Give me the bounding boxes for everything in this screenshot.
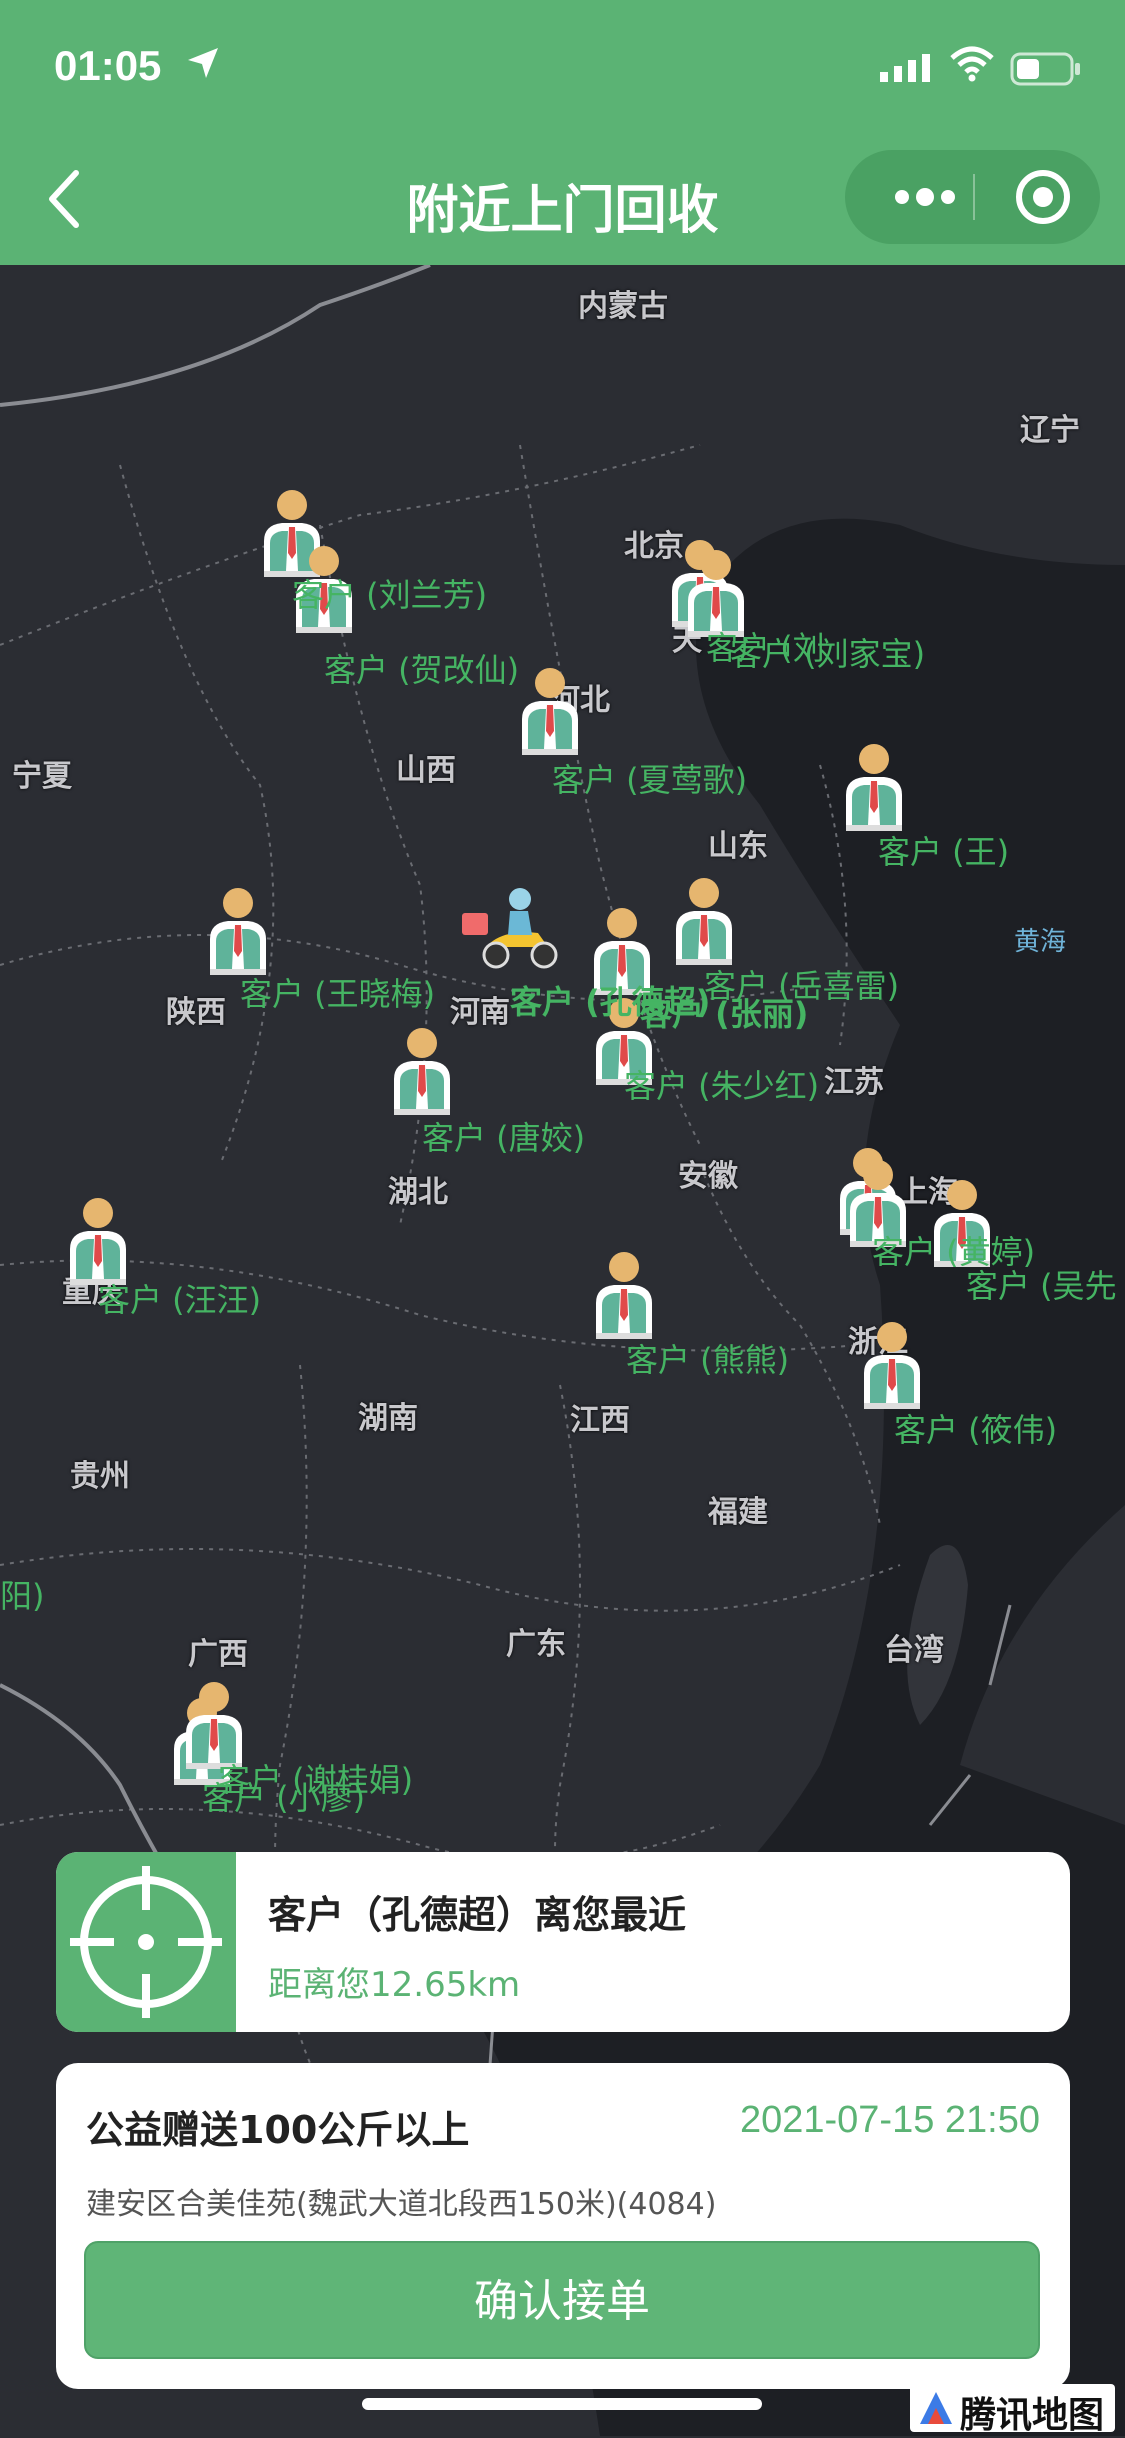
crosshair-icon <box>70 1866 222 2018</box>
customer-label[interactable]: 客户 (王晓梅) <box>240 969 435 1015</box>
region-label: 宁夏 <box>12 759 72 794</box>
region-label: 广西 <box>188 1637 248 1672</box>
customer-marker-icon[interactable] <box>842 741 906 833</box>
sea-label: 黄海 <box>1014 927 1067 957</box>
customer-marker-icon[interactable] <box>518 665 582 757</box>
location-arrow-icon <box>188 48 218 78</box>
region-label: 福建 <box>708 1495 768 1530</box>
region-label: 河南 <box>450 995 510 1030</box>
customer-label[interactable]: 客户 (小廖) <box>202 1773 365 1819</box>
home-indicator <box>362 2398 762 2410</box>
customer-marker-icon[interactable] <box>390 1025 454 1117</box>
customer-label[interactable]: 客户 (汪汪) <box>98 1275 261 1321</box>
region-label: 安徽 <box>678 1159 738 1194</box>
tencent-map-logo-icon <box>920 2392 952 2424</box>
customer-marker-icon[interactable] <box>860 1319 924 1411</box>
region-label: 山西 <box>396 753 456 788</box>
region-label: 湖北 <box>388 1175 448 1210</box>
region-label: 贵州 <box>70 1459 130 1494</box>
customer-marker-icon[interactable] <box>206 885 270 977</box>
customer-label[interactable]: 客户 (刘兰芳) <box>292 570 487 616</box>
nearest-icon-box <box>56 1852 236 2032</box>
region-label: 台湾 <box>884 1633 944 1668</box>
region-label: 广东 <box>506 1627 566 1662</box>
customer-label[interactable]: 客户 (筱伟) <box>894 1405 1057 1451</box>
region-label: 江苏 <box>824 1065 884 1100</box>
customer-label[interactable]: 客户 (夏莺歌) <box>552 755 747 801</box>
customer-label[interactable]: 客户 (朱少红) <box>624 1061 819 1107</box>
nearest-distance: 距离您12.65km <box>268 1965 521 2005</box>
customer-label[interactable]: 客户 (孔德超) <box>510 977 710 1023</box>
nearest-title: 客户（孔德超）离您最近 <box>268 1893 687 1937</box>
signal-icon <box>880 54 930 82</box>
tencent-map-logo: 腾讯地图 <box>910 2384 1115 2436</box>
order-address: 建安区合美佳苑(魏武大道北段西150米)(4084) <box>86 2187 717 2222</box>
region-label: 辽宁 <box>1020 413 1080 448</box>
region-label: 江西 <box>570 1403 630 1438</box>
capsule-divider <box>973 174 975 220</box>
status-time: 01:05 <box>54 42 162 89</box>
order-time: 2021-07-15 21:50 <box>739 2099 1040 2141</box>
close-target-icon[interactable] <box>995 150 1090 244</box>
wifi-icon <box>950 46 994 82</box>
order-card: 公益赠送100公斤以上 2021-07-15 21:50 建安区合美佳苑(魏武大… <box>56 2063 1070 2389</box>
tencent-map-logo-text: 腾讯地图 <box>960 2395 1105 2436</box>
miniprogram-capsule <box>845 150 1100 244</box>
region-label: 山东 <box>708 829 768 864</box>
customer-marker-icon[interactable] <box>592 1249 656 1341</box>
customer-label[interactable]: 客户 (唐姣) <box>422 1113 585 1159</box>
more-dots-icon[interactable] <box>880 150 970 244</box>
customer-marker-icon[interactable] <box>672 875 736 967</box>
customer-label[interactable]: 客户 (刘 <box>706 623 825 669</box>
region-label: 内蒙古 <box>578 289 668 324</box>
region-label: 湖南 <box>358 1401 418 1436</box>
battery-icon <box>1010 52 1080 86</box>
nav-header: 01:05 附近上门回收 <box>0 0 1125 265</box>
region-label: 陕西 <box>166 995 226 1030</box>
customer-label[interactable]: 客户 (王) <box>878 827 1009 873</box>
nearest-customer-card[interactable]: 客户（孔德超）离您最近 距离您12.65km <box>56 1852 1070 2032</box>
customer-label[interactable]: 客户 (吴先 <box>966 1261 1117 1307</box>
customer-label[interactable]: 客户 (熊熊) <box>626 1335 789 1381</box>
rider-scooter-icon <box>462 888 558 969</box>
customer-label: 阳) <box>0 1577 45 1615</box>
confirm-order-button[interactable]: 确认接单 <box>84 2241 1040 2359</box>
customer-label[interactable]: 客户 (贺改仙) <box>324 645 519 691</box>
customer-marker-icon[interactable] <box>66 1195 130 1287</box>
order-title: 公益赠送100公斤以上 <box>86 2108 470 2152</box>
